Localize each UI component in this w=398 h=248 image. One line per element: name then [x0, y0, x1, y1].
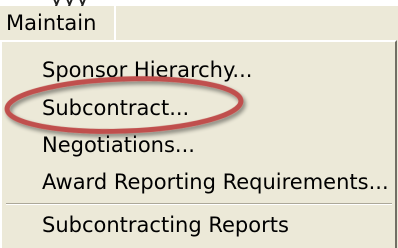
- menu-item-award-reporting-requirements[interactable]: Award Reporting Requirements...: [42, 169, 389, 195]
- screenshot-stage: yyy Maintain Sponsor Hierarchy... Subcon…: [0, 0, 398, 248]
- menu-item-subcontracting-reports[interactable]: Subcontracting Reports: [42, 212, 289, 238]
- maintain-dropdown-menu: Sponsor Hierarchy... Subcontract... Nego…: [0, 40, 397, 248]
- menu-maintain[interactable]: Maintain: [0, 6, 116, 40]
- menu-item-sponsor-hierarchy[interactable]: Sponsor Hierarchy...: [42, 57, 252, 83]
- menu-bar: Maintain: [0, 6, 398, 40]
- menu-item-negotiations[interactable]: Negotiations...: [42, 132, 195, 158]
- menu-item-subcontract[interactable]: Subcontract...: [42, 95, 189, 121]
- menu-separator: [6, 203, 392, 205]
